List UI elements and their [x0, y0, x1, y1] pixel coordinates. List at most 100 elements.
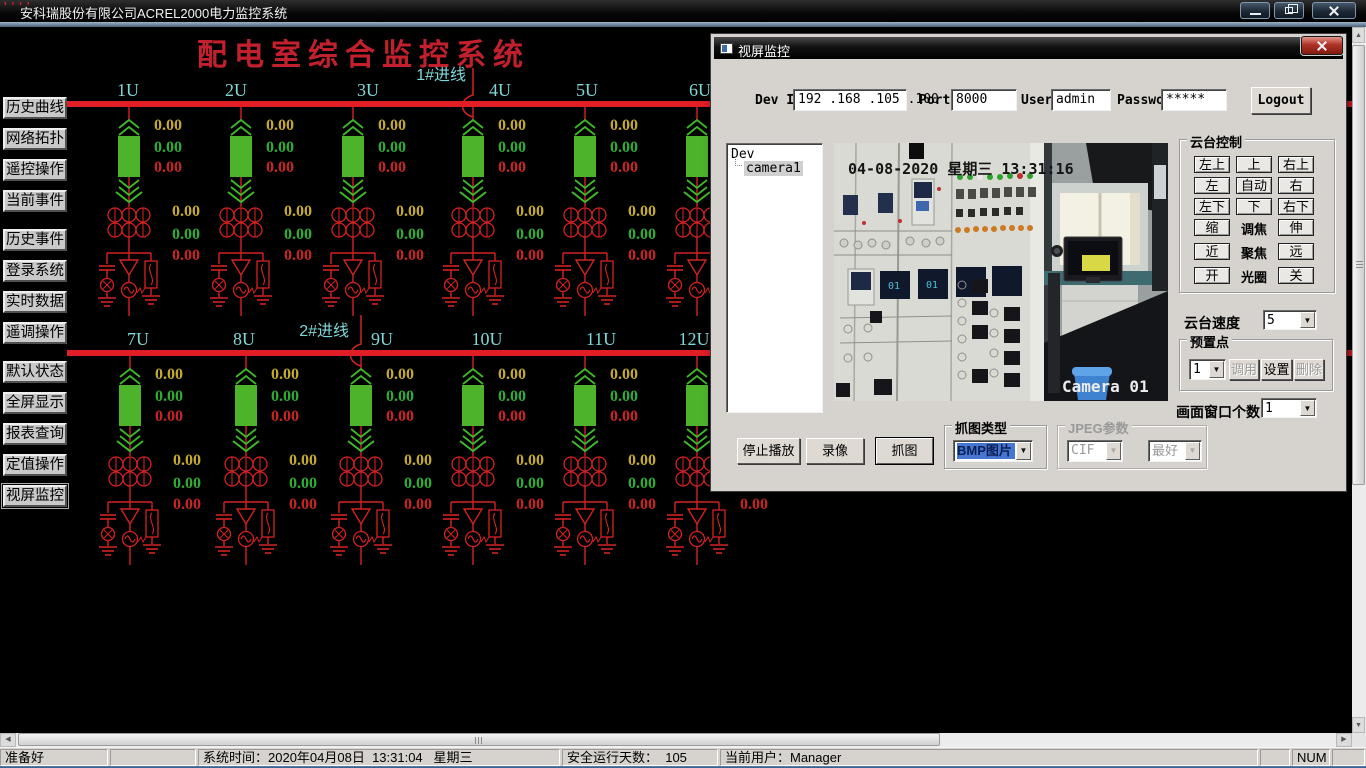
sidebar-item-2[interactable]: 网络拓扑	[3, 128, 67, 150]
jpeg-params-title: JPEG参数	[1065, 418, 1132, 437]
feeder-8U[interactable]: 8U0.000.000.000.000.000.00	[215, 329, 317, 565]
port-field[interactable]: 8000	[951, 89, 1017, 111]
svg-text:0.00: 0.00	[396, 226, 424, 243]
jpeg-resolution-select: CIF ▼	[1067, 440, 1123, 462]
ptz-button-近[interactable]: 近	[1194, 243, 1230, 260]
horizontal-scrollbar[interactable]: ◀ ▶	[0, 733, 1352, 747]
svg-text:0.00: 0.00	[516, 452, 544, 469]
sidebar-item-10[interactable]: 全屏显示	[3, 392, 67, 414]
svg-text:7U: 7U	[127, 329, 149, 349]
chevron-down-icon[interactable]: ▼	[1300, 312, 1315, 328]
user-field[interactable]: admin	[1051, 89, 1111, 111]
sidebar-item-7[interactable]: 实时数据	[3, 291, 67, 313]
dialog-titlebar[interactable]: 视屏监控	[714, 37, 1343, 59]
dialog-close-button[interactable]	[1301, 36, 1343, 55]
restore-button[interactable]	[1274, 2, 1304, 19]
close-icon	[1328, 5, 1340, 17]
feeder-9U[interactable]: 9U0.000.000.000.000.000.00	[330, 329, 432, 565]
ptz-button-缩[interactable]: 缩	[1194, 219, 1230, 236]
chevron-down-icon[interactable]: ▼	[1209, 361, 1224, 378]
ptz-button-远[interactable]: 远	[1278, 243, 1314, 260]
feeder-11U[interactable]: 11U0.000.000.000.000.000.00	[554, 329, 656, 565]
dialog-body: Dev IP 192 .168 .105 .100 Port 8000 User…	[715, 61, 1344, 489]
svg-text:0.00: 0.00	[396, 203, 424, 220]
sidebar-item-13[interactable]: 视屏监控	[3, 485, 67, 507]
feeder-2U[interactable]: 2U0.000.000.000.000.000.00	[210, 80, 312, 316]
preset-group: 预置点 1 ▼ 调用 设置 删除	[1179, 339, 1333, 391]
svg-text:0.00: 0.00	[154, 159, 182, 176]
ptz-button-左上[interactable]: 左上	[1194, 156, 1230, 173]
ptz-button-左[interactable]: 左	[1194, 177, 1230, 194]
sidebar-item-12[interactable]: 定值操作	[3, 454, 67, 476]
svg-text:01: 01	[926, 280, 938, 291]
ptz-button-关[interactable]: 关	[1278, 267, 1314, 284]
hscroll-thumb[interactable]	[18, 733, 940, 746]
sidebar-item-11[interactable]: 报表查询	[3, 423, 67, 445]
scroll-right-button[interactable]: ▶	[1336, 733, 1352, 747]
ptz-button-右下[interactable]: 右下	[1278, 198, 1314, 215]
scroll-left-button[interactable]: ◀	[0, 733, 16, 747]
ptz-button-开[interactable]: 开	[1194, 267, 1230, 284]
preset-select[interactable]: 1 ▼	[1189, 359, 1226, 380]
svg-text:0.00: 0.00	[266, 159, 294, 176]
snapshot-button[interactable]: 抓图	[876, 438, 933, 464]
svg-text:0.00: 0.00	[498, 139, 526, 156]
logout-button[interactable]: Logout	[1251, 87, 1311, 114]
feeder-1U[interactable]: 1U0.000.000.000.000.000.00	[98, 80, 200, 316]
snapshot-type-value: BMP图片	[957, 443, 1015, 459]
svg-text:0.00: 0.00	[173, 475, 201, 492]
sidebar-item-1[interactable]: 历史曲线	[3, 97, 67, 119]
ptz-button-下[interactable]: 下	[1236, 198, 1272, 215]
ptz-label-光圈: 光圈	[1234, 267, 1274, 286]
preset-set-button[interactable]: 设置	[1261, 359, 1292, 380]
sidebar-item-6[interactable]: 登录系统	[3, 260, 67, 282]
feeder-7U[interactable]: 7U0.000.000.000.000.000.00	[99, 329, 201, 565]
scroll-down-button[interactable]: ▼	[1352, 717, 1365, 733]
chevron-down-icon[interactable]: ▼	[1300, 400, 1315, 416]
snapshot-type-group: 抓图类型 BMP图片 ▼	[944, 425, 1047, 469]
password-field[interactable]: *****	[1161, 89, 1227, 111]
ptz-button-右[interactable]: 右	[1278, 177, 1314, 194]
svg-text:0.00: 0.00	[173, 452, 201, 469]
feeder-5U[interactable]: 5U0.000.000.000.000.000.00	[554, 80, 656, 316]
vertical-scrollbar[interactable]: ▲ ▼	[1352, 27, 1366, 733]
ptz-button-伸[interactable]: 伸	[1278, 219, 1314, 236]
ptz-button-左下[interactable]: 左下	[1194, 198, 1230, 215]
sidebar-item-9[interactable]: 默认状态	[3, 361, 67, 383]
feeder-3U[interactable]: 3U0.000.000.000.000.000.00	[322, 80, 424, 316]
sidebar-item-8[interactable]: 遥调操作	[3, 322, 67, 344]
sidebar-item-5[interactable]: 历史事件	[3, 229, 67, 251]
feeder-4U[interactable]: 4U0.000.000.000.000.000.00	[442, 80, 544, 316]
sidebar-item-3[interactable]: 遥控操作	[3, 159, 67, 181]
svg-text:0.00: 0.00	[284, 226, 312, 243]
jpeg-quality-select: 最好 ▼	[1148, 440, 1202, 462]
ptz-button-上[interactable]: 上	[1236, 156, 1272, 173]
ptz-button-右上[interactable]: 右上	[1278, 156, 1314, 173]
video-scene: 01 01	[834, 143, 1168, 401]
status-bar: 准备好系统时间：2020年04月08日 13:31:04 星期三安全运行天数： …	[0, 747, 1366, 766]
ptz-button-自动[interactable]: 自动	[1236, 177, 1272, 194]
minimize-button[interactable]	[1240, 2, 1270, 19]
scroll-up-button[interactable]: ▲	[1352, 27, 1365, 43]
record-button[interactable]: 录像	[806, 438, 864, 464]
ptz-speed-select[interactable]: 5 ▼	[1263, 310, 1317, 330]
window-count-select[interactable]: 1 ▼	[1261, 398, 1317, 418]
sidebar-item-4[interactable]: 当前事件	[3, 190, 67, 212]
snapshot-type-select[interactable]: BMP图片 ▼	[953, 440, 1033, 462]
svg-text:12U: 12U	[679, 329, 710, 349]
tree-item-camera1[interactable]: camera1	[744, 161, 803, 176]
chevron-down-icon[interactable]: ▼	[1016, 442, 1031, 460]
close-button[interactable]	[1312, 2, 1356, 19]
ptz-group-title: 云台控制	[1187, 132, 1245, 151]
svg-text:0.00: 0.00	[610, 408, 638, 425]
video-feed[interactable]: 01 01	[834, 143, 1168, 401]
svg-text:0.00: 0.00	[498, 366, 526, 383]
feeder-10U[interactable]: 10U0.000.000.000.000.000.00	[442, 329, 544, 565]
vscroll-thumb[interactable]	[1352, 45, 1365, 485]
status-num: NUM	[1292, 749, 1330, 766]
dev-ip-field[interactable]: 192 .168 .105 .100	[793, 89, 907, 111]
device-tree[interactable]: Dev camera1	[726, 143, 823, 413]
svg-text:0.00: 0.00	[173, 496, 201, 513]
ptz-label-聚焦: 聚焦	[1234, 243, 1274, 262]
stop-play-button[interactable]: 停止播放	[737, 438, 800, 464]
